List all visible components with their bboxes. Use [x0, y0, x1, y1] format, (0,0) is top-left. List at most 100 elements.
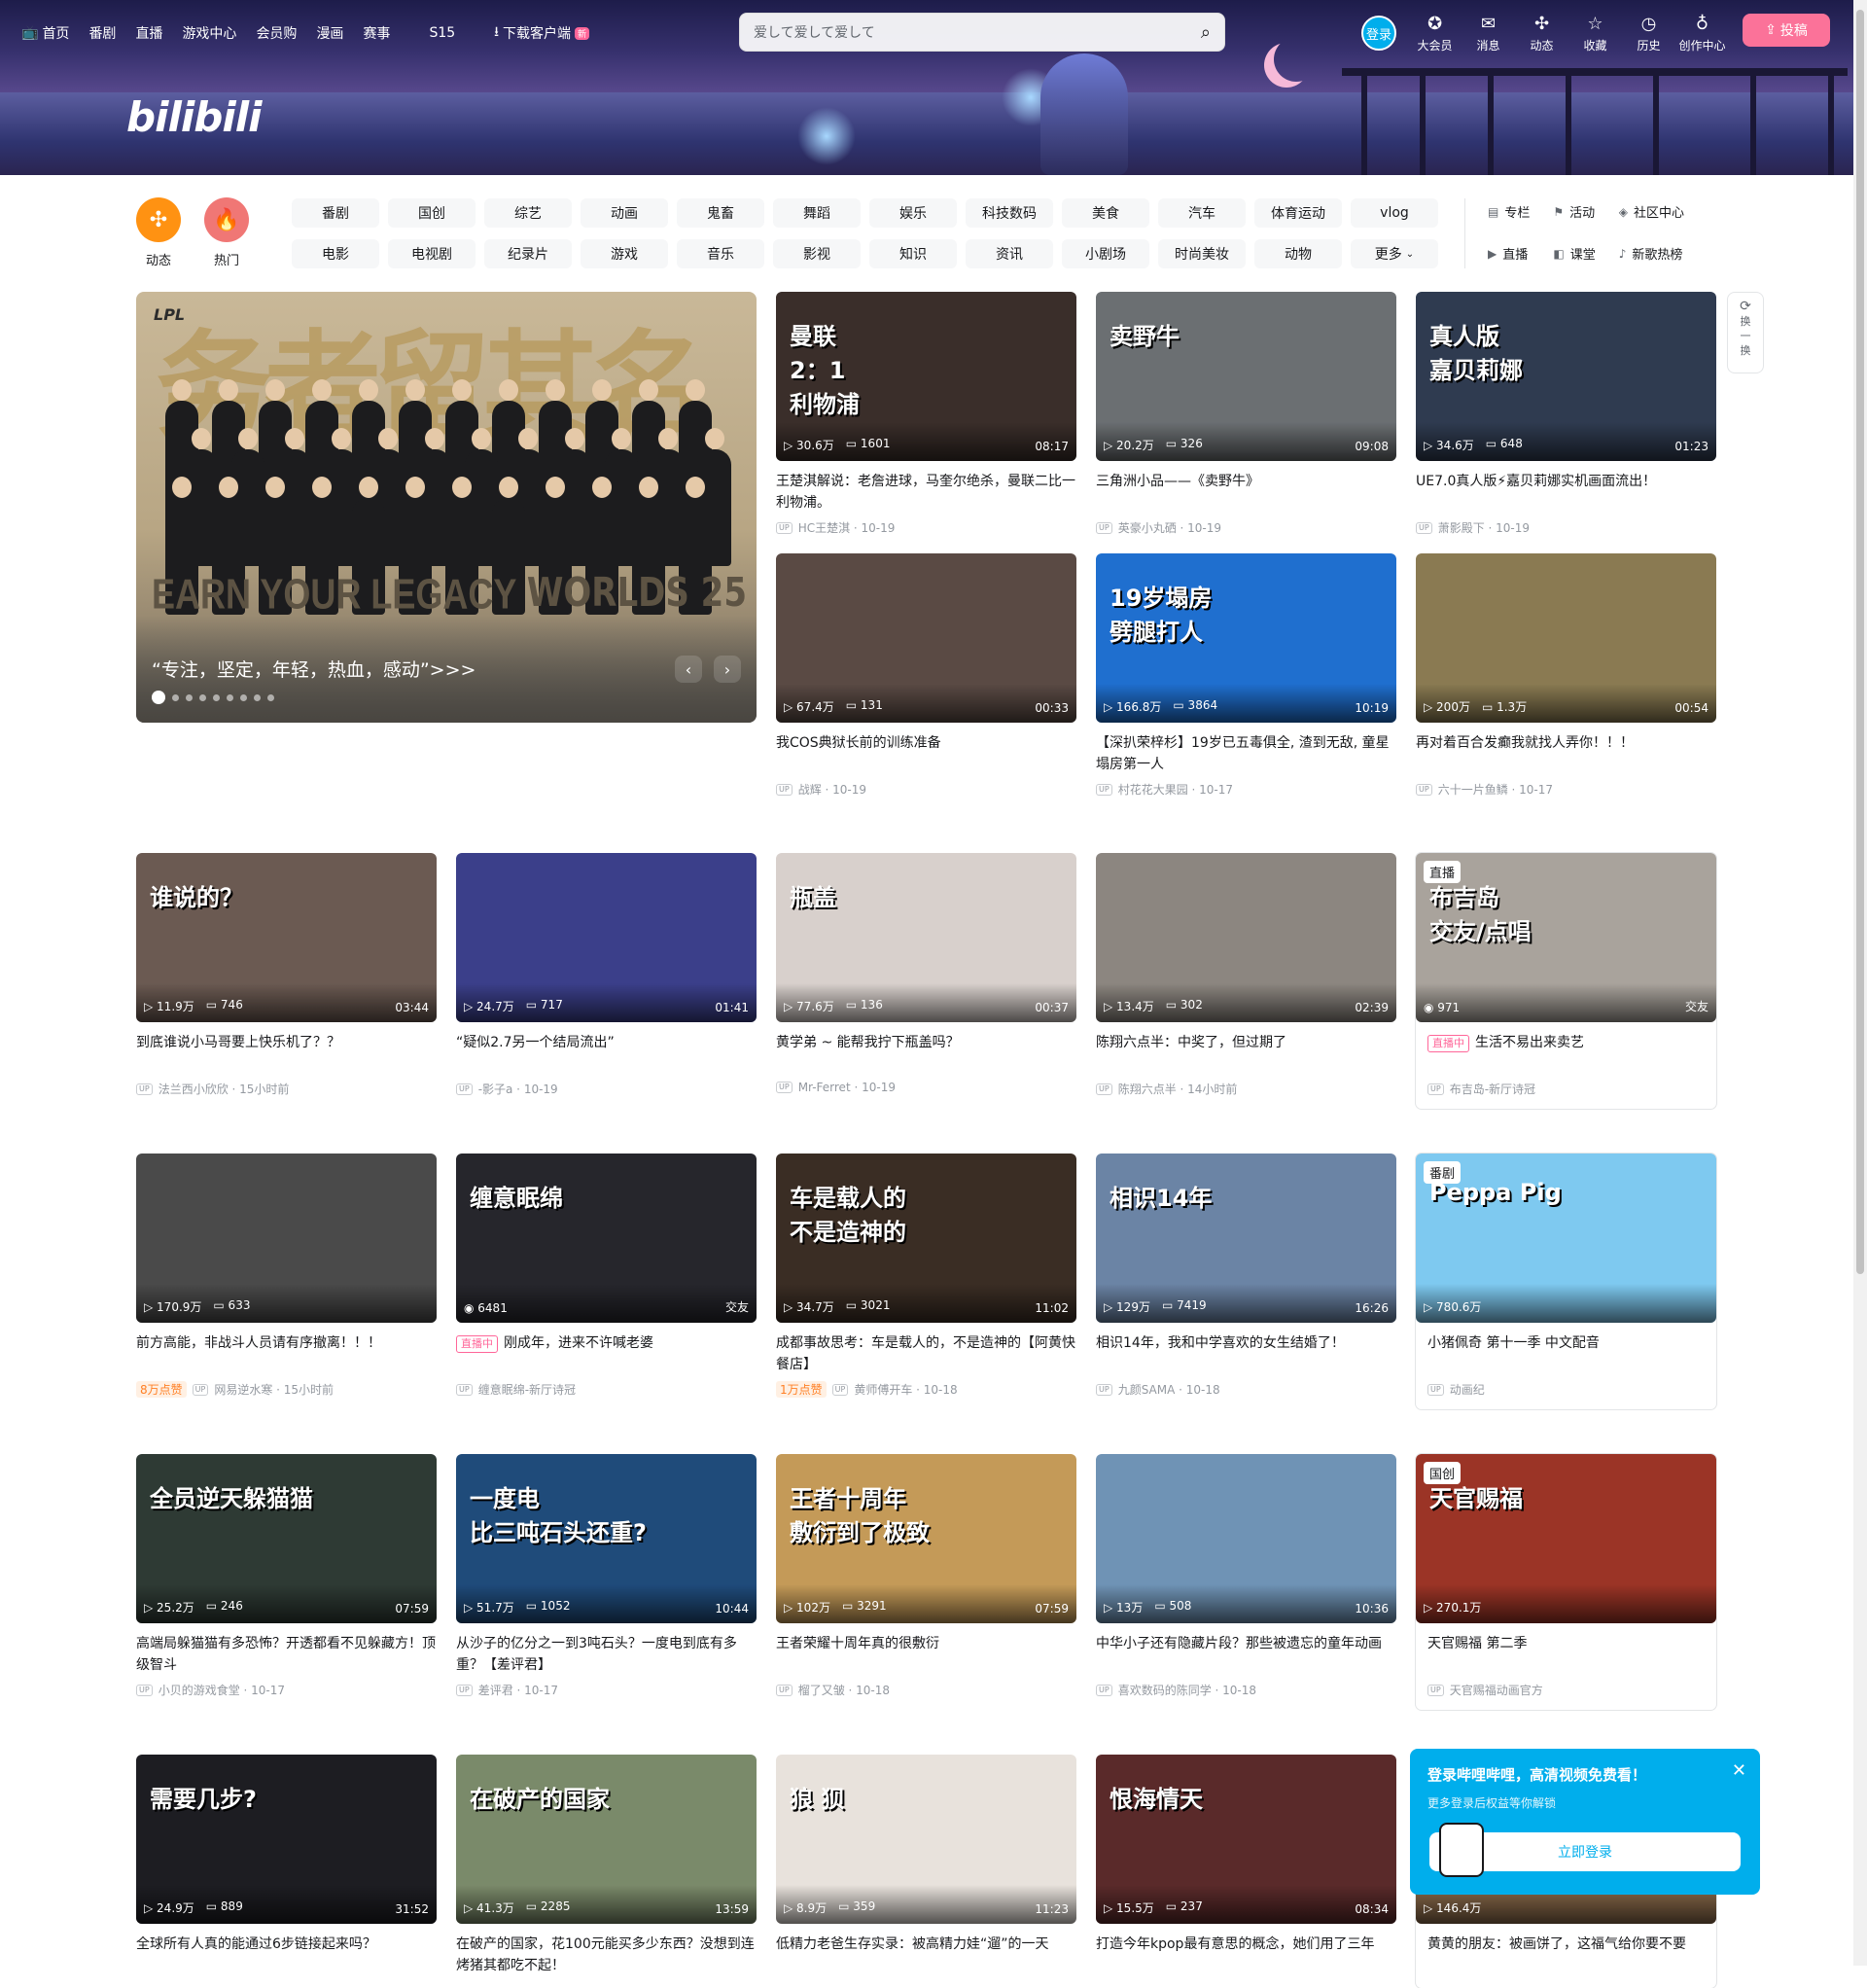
carousel-dot[interactable] — [172, 693, 179, 701]
scrollbar-thumb[interactable] — [1856, 10, 1864, 1274]
video-title[interactable]: 到底谁说小马哥要上快乐机了？？ — [136, 1032, 437, 1075]
channel-item[interactable]: 美食 — [1062, 198, 1149, 228]
video-thumbnail[interactable]: 真人版 嘉贝莉娜 ▷ 34.6万 ▭ 648 01:23 — [1416, 292, 1716, 461]
uploader-name[interactable]: 动画纪 — [1450, 1381, 1485, 1398]
video-card[interactable]: Peppa Pig 番剧 ▷ 780.6万 小猪佩奇 第十一季 中文配音 UP 动画纪 — [1416, 1154, 1716, 1409]
video-title[interactable]: 高端局躲猫猫有多恐怖？开透都看不见躲藏方！顶级智斗 — [136, 1633, 437, 1676]
channel-item[interactable]: 游戏 — [581, 239, 668, 268]
video-title[interactable]: 小猪佩奇 第十一季 中文配音 — [1416, 1332, 1716, 1375]
channel-item[interactable]: 舞蹈 — [773, 198, 861, 228]
video-card[interactable]: 在破产的国家 ▷ 41.3万 ▭ 2285 13:59 在破产的国家，花100元能买多少… — [456, 1755, 757, 1976]
carousel-dot[interactable] — [227, 693, 233, 701]
uploader-name[interactable]: -影子a · 10-19 — [478, 1081, 558, 1097]
channel-item[interactable]: 资讯 — [966, 239, 1053, 268]
search-input[interactable]: 爱して爱して爱して — [754, 22, 1201, 42]
nav-mall[interactable]: 会员购 — [256, 23, 297, 43]
video-thumbnail[interactable]: 卖野牛 ▷ 20.2万 ▭ 326 09:08 — [1096, 292, 1396, 461]
channel-item[interactable]: 电影 — [292, 239, 379, 268]
uploader-name[interactable]: 喜欢数码的陈同学 · 10-18 — [1118, 1682, 1256, 1698]
uploader-name[interactable]: 榴了又皱 · 10-18 — [798, 1682, 890, 1698]
link-activity[interactable]: ⚑ 活动 — [1553, 202, 1595, 222]
video-thumbnail[interactable]: 狼 狈 ▷ 8.9万 ▭ 359 11:23 — [776, 1755, 1076, 1924]
video-card[interactable]: 瓶盖 ▷ 77.6万 ▭ 136 00:37 黄学弟 ~ 能帮我拧下瓶盖吗？ UP Mr-F… — [776, 853, 1076, 1094]
video-title[interactable]: 在破产的国家，花100元能买多少东西？没想到连烤猪其都吃不起！ — [456, 1934, 757, 1976]
uploader-name[interactable]: 萧影殿下 · 10-19 — [1438, 519, 1530, 536]
video-card[interactable]: 全员逆天躲猫猫 ▷ 25.2万 ▭ 246 07:59 高端局躲猫猫有多恐怖？开透都看不… — [136, 1454, 437, 1698]
link-community[interactable]: ◈ 社区中心 — [1619, 202, 1684, 222]
nav-home[interactable]: 📺 首页 — [21, 23, 69, 43]
video-thumbnail[interactable]: ▷ 170.9万 ▭ 633 — [136, 1154, 437, 1323]
video-thumbnail[interactable]: 19岁塌房 劈腿打人 ▷ 166.8万 ▭ 3864 10:19 — [1096, 553, 1396, 723]
nav-s15[interactable]: S15 — [429, 25, 455, 41]
carousel-prev-button[interactable]: ‹ — [675, 656, 702, 683]
channel-item[interactable]: 鬼畜 — [677, 198, 764, 228]
video-card[interactable]: 一度电 比三吨石头还重? ▷ 51.7万 ▭ 1052 10:44 从沙子的亿分之一到3… — [456, 1454, 757, 1698]
video-title[interactable]: 中华小子还有隐藏片段？那些被遗忘的童年动画 — [1096, 1633, 1396, 1676]
nav-dynamic[interactable]: ✣ 动态 — [1515, 14, 1568, 53]
carousel-dot[interactable] — [199, 693, 206, 701]
video-card[interactable]: 车是载人的 不是造神的 ▷ 34.7万 ▭ 3021 11:02 成都事故思考：车是载人… — [776, 1154, 1076, 1398]
video-card[interactable]: 真人版 嘉贝莉娜 ▷ 34.6万 ▭ 648 01:23 UE7.0真人版⚡嘉贝莉娜实机… — [1416, 292, 1716, 536]
carousel-dot[interactable] — [240, 693, 247, 701]
close-icon[interactable]: ✕ — [1732, 1760, 1746, 1781]
video-thumbnail[interactable]: 相识14年 ▷ 129万 ▭ 7419 16:26 — [1096, 1154, 1396, 1323]
uploader-name[interactable]: 缠意眠绵-新厅诗冠 — [478, 1381, 576, 1398]
video-card[interactable]: 缠意眠绵 ◉ 6481 交友 直播中 刚成年，进来不许喊老婆 UP 缠意眠绵-新厅诗冠 — [456, 1154, 757, 1398]
nav-history[interactable]: ◷ 历史 — [1622, 14, 1675, 53]
channel-item[interactable]: 汽车 — [1158, 198, 1246, 228]
carousel-dot[interactable] — [213, 693, 220, 701]
video-card[interactable]: 相识14年 ▷ 129万 ▭ 7419 16:26 相识14年，我和中学喜欢的女生结婚了… — [1096, 1154, 1396, 1398]
nav-creator[interactable]: ♁ 创作中心 — [1675, 14, 1729, 53]
nav-message[interactable]: ✉ 消息 — [1462, 14, 1515, 53]
video-card[interactable]: 谁说的？ ▷ 11.9万 ▭ 746 03:44 到底谁说小马哥要上快乐机了？？ UP 法兰… — [136, 853, 437, 1097]
uploader-name[interactable]: 差评君 · 10-17 — [478, 1682, 558, 1698]
video-title[interactable]: 王楚淇解说：老詹进球，马奎尔绝杀，曼联二比一利物浦。 — [776, 471, 1076, 514]
uploader-name[interactable]: 村花花大果园 · 10-17 — [1118, 781, 1233, 798]
link-live[interactable]: ▶ 直播 — [1488, 244, 1530, 264]
video-title[interactable]: 直播中 刚成年，进来不许喊老婆 — [456, 1332, 757, 1375]
video-thumbnail[interactable]: 缠意眠绵 ◉ 6481 交友 — [456, 1154, 757, 1323]
video-thumbnail[interactable]: 王者十周年 敷衍到了极致 ▷ 102万 ▭ 3291 07:59 — [776, 1454, 1076, 1623]
video-thumbnail[interactable]: 一度电 比三吨石头还重? ▷ 51.7万 ▭ 1052 10:44 — [456, 1454, 757, 1623]
video-thumbnail[interactable]: 需要几步? ▷ 24.9万 ▭ 889 31:52 — [136, 1755, 437, 1924]
quick-dynamic[interactable]: ✣ 动态 — [136, 197, 181, 268]
video-thumbnail[interactable]: 谁说的？ ▷ 11.9万 ▭ 746 03:44 — [136, 853, 437, 1022]
hero-carousel[interactable]: 务者留其名 LPL EARN YOUR LEGACY WORLDS 25 “专注… — [136, 292, 757, 723]
channel-item[interactable]: 动画 — [581, 198, 668, 228]
channel-item[interactable]: 音乐 — [677, 239, 764, 268]
video-thumbnail[interactable]: 天官赐福 国创 ▷ 270.1万 — [1416, 1454, 1716, 1623]
video-card[interactable]: 布吉岛 交友/点唱 直播 ◉ 971 交友 直播中 生活不易出来卖艺 UP 布吉岛-新厅诗冠 — [1416, 853, 1716, 1109]
video-title[interactable]: 直播中 生活不易出来卖艺 — [1416, 1032, 1716, 1075]
nav-favorite[interactable]: ☆ 收藏 — [1568, 14, 1622, 53]
uploader-name[interactable]: HC王楚淇 · 10-19 — [798, 519, 896, 536]
video-thumbnail[interactable]: ▷ 200万 ▭ 1.3万 00:54 — [1416, 553, 1716, 723]
nav-manga[interactable]: 漫画 — [316, 23, 343, 43]
video-card[interactable]: 需要几步? ▷ 24.9万 ▭ 889 31:52 全球所有人真的能通过6步链接起来吗？ — [136, 1755, 437, 1976]
channel-item[interactable]: 体育运动 — [1254, 198, 1342, 228]
video-card[interactable]: 王者十周年 敷衍到了极致 ▷ 102万 ▭ 3291 07:59 王者荣耀十周年真的很敷… — [776, 1454, 1076, 1698]
video-title[interactable]: 我COS典狱长前的训练准备 — [776, 732, 1076, 775]
uploader-name[interactable]: 网易逆水寒 · 15小时前 — [214, 1381, 334, 1398]
channel-item[interactable]: 番剧 — [292, 198, 379, 228]
channel-item[interactable]: 知识 — [869, 239, 957, 268]
video-card[interactable]: 恨海情天 ▷ 15.5万 ▭ 237 08:34 打造今年kpop最有意思的概念，她们用… — [1096, 1755, 1396, 1976]
video-thumbnail[interactable]: 在破产的国家 ▷ 41.3万 ▭ 2285 13:59 — [456, 1755, 757, 1924]
video-thumbnail[interactable]: ▷ 67.4万 ▭ 131 00:33 — [776, 553, 1076, 723]
nav-download-client[interactable]: ⭳ 下载客户端 新 — [494, 21, 590, 45]
video-thumbnail[interactable]: Peppa Pig 番剧 ▷ 780.6万 — [1416, 1154, 1716, 1323]
link-music-chart[interactable]: ♪ 新歌热榜 — [1619, 244, 1684, 264]
video-title[interactable]: 打造今年kpop最有意思的概念，她们用了三年 — [1096, 1934, 1396, 1976]
video-title[interactable]: 再对着百合发癫我就找人弄你！！！ — [1416, 732, 1716, 775]
channel-item[interactable]: 影视 — [773, 239, 861, 268]
carousel-caption[interactable]: “专注，坚定，年轻，热血，感动”>>> — [152, 656, 476, 682]
bilibili-logo[interactable]: bilibili — [126, 93, 263, 141]
channel-item[interactable]: 时尚美妆 — [1158, 239, 1246, 268]
refresh-button[interactable]: ⟳ 换 一 换 — [1727, 292, 1764, 373]
video-card[interactable]: 19岁塌房 劈腿打人 ▷ 166.8万 ▭ 3864 10:19 【深扒荣梓杉】19岁已… — [1096, 553, 1396, 798]
video-card[interactable]: ▷ 200万 ▭ 1.3万 00:54 再对着百合发癫我就找人弄你！！！ UP 六十一片鱼… — [1416, 553, 1716, 798]
channel-item[interactable]: 国创 — [388, 198, 476, 228]
video-thumbnail[interactable]: 恨海情天 ▷ 15.5万 ▭ 237 08:34 — [1096, 1755, 1396, 1924]
video-title[interactable]: 低精力老爸生存实录：被高精力娃“遛”的一天 — [776, 1934, 1076, 1976]
uploader-name[interactable]: 战辉 · 10-19 — [798, 781, 866, 798]
video-card[interactable]: ▷ 13万 ▭ 508 10:36 中华小子还有隐藏片段？那些被遗忘的童年动画 UP 喜欢… — [1096, 1454, 1396, 1698]
